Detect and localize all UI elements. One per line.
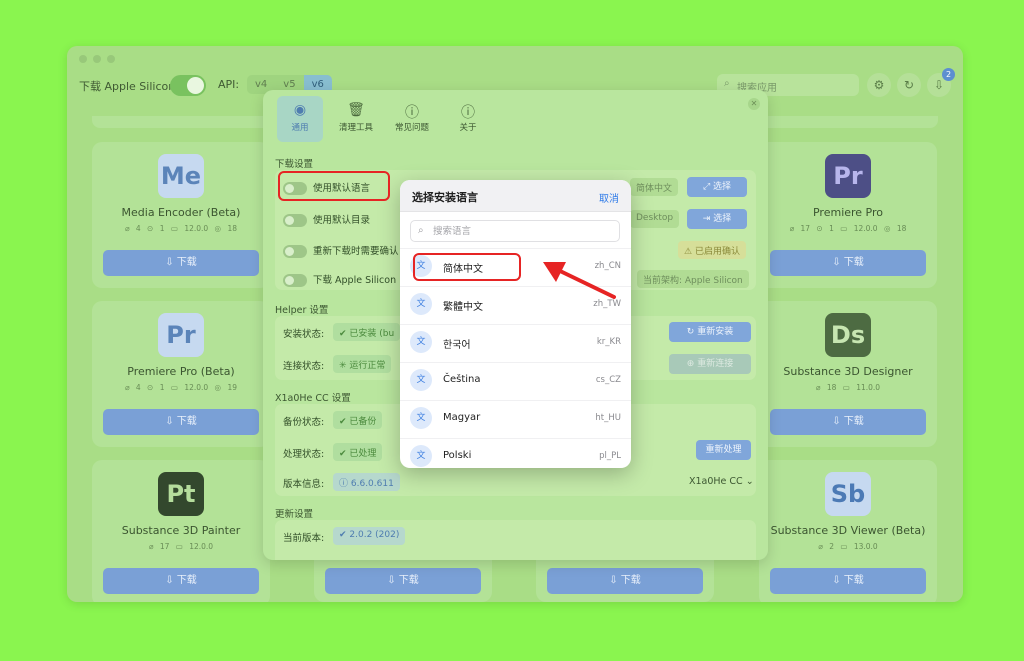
annotation-arrow xyxy=(543,262,616,299)
